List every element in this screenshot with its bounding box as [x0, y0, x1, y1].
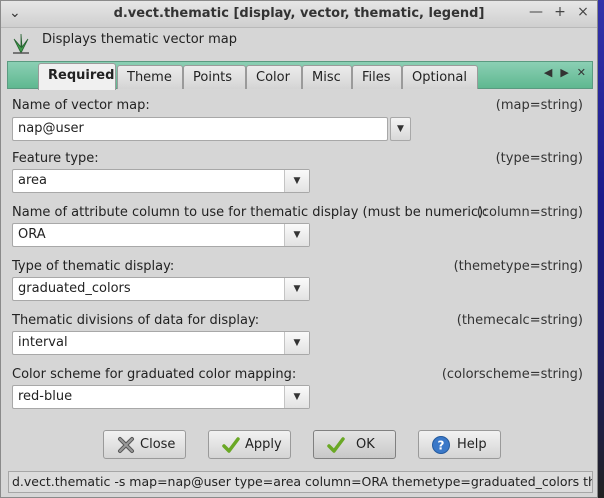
map-input-value: nap@user — [18, 121, 84, 136]
ok-button[interactable]: OK — [313, 430, 396, 459]
module-header: Displays thematic vector map — [9, 31, 589, 57]
themetype-select[interactable]: graduated_colors ▼ — [12, 277, 310, 301]
themetype-hint: (themetype=string) — [453, 259, 583, 274]
titlebar[interactable]: ⌄ d.vect.thematic [display, vector, them… — [1, 1, 597, 28]
map-label: Name of vector map: — [12, 98, 150, 113]
module-description: Displays thematic vector map — [42, 32, 238, 47]
themetype-label: Type of thematic display: — [12, 259, 175, 274]
minimize-button[interactable]: — — [528, 4, 544, 20]
window-title: d.vect.thematic [display, vector, themat… — [113, 6, 485, 21]
apply-button-label: Apply — [245, 437, 282, 452]
type-select-value: area — [18, 173, 47, 188]
chevron-down-icon: ▼ — [397, 124, 404, 134]
themecalc-select-value: interval — [18, 335, 68, 350]
type-label: Feature type: — [12, 151, 99, 166]
dialog-window: ⌄ d.vect.thematic [display, vector, them… — [0, 0, 598, 498]
close-window-button[interactable]: × — [575, 4, 591, 20]
close-icon — [118, 437, 134, 453]
ok-button-label: OK — [356, 437, 375, 452]
help-button[interactable]: ? Help — [418, 430, 501, 459]
colorscheme-hint: (colorscheme=string) — [441, 367, 583, 382]
themecalc-hint: (themecalc=string) — [456, 313, 583, 328]
checkmark-icon — [222, 437, 240, 453]
tab-list-icon[interactable]: ✕ — [577, 66, 586, 79]
grass-logo-icon — [13, 33, 29, 54]
themetype-select-value: graduated_colors — [18, 281, 131, 296]
help-button-label: Help — [457, 437, 487, 452]
colorscheme-select[interactable]: red-blue ▼ — [12, 385, 310, 409]
themecalc-select[interactable]: interval ▼ — [12, 331, 310, 355]
tab-theme[interactable]: Theme — [117, 65, 183, 89]
chevron-down-icon[interactable]: ▼ — [284, 170, 309, 192]
tab-strip: Required Theme Points Color Misc Files O… — [7, 61, 593, 90]
column-select[interactable]: ORA ▼ — [12, 223, 310, 247]
chevron-down-icon[interactable]: ▼ — [284, 332, 309, 354]
checkmark-icon — [327, 437, 345, 453]
command-preview: d.vect.thematic -s map=nap@user type=are… — [12, 474, 593, 489]
tab-scroll-controls: ◀ ▶ ✕ — [536, 66, 586, 79]
colorscheme-select-value: red-blue — [18, 389, 73, 404]
command-statusbar: d.vect.thematic -s map=nap@user type=are… — [8, 471, 593, 493]
tab-required[interactable]: Required — [38, 63, 116, 90]
themecalc-label: Thematic divisions of data for display: — [12, 313, 260, 328]
close-button-label: Close — [140, 437, 176, 452]
chevron-down-icon[interactable]: ▼ — [284, 386, 309, 408]
svg-text:?: ? — [438, 439, 445, 453]
help-icon: ? — [432, 436, 450, 454]
type-hint: (type=string) — [495, 151, 583, 166]
tab-points[interactable]: Points — [183, 65, 246, 89]
column-label: Name of attribute column to use for them… — [12, 205, 488, 220]
tab-scroll-left-icon[interactable]: ◀ — [544, 66, 552, 79]
colorscheme-label: Color scheme for graduated color mapping… — [12, 367, 297, 382]
maximize-button[interactable]: + — [552, 4, 568, 20]
tab-files[interactable]: Files — [352, 65, 402, 89]
map-hint: (map=string) — [495, 98, 583, 113]
map-dropdown-button[interactable]: ▼ — [390, 117, 411, 141]
close-button[interactable]: Close — [103, 430, 186, 459]
tab-scroll-right-icon[interactable]: ▶ — [560, 66, 568, 79]
tab-misc[interactable]: Misc — [302, 65, 352, 89]
chevron-down-icon[interactable]: ▼ — [284, 224, 309, 246]
apply-button[interactable]: Apply — [208, 430, 291, 459]
tab-color[interactable]: Color — [246, 65, 302, 89]
chevron-down-icon[interactable]: ▼ — [284, 278, 309, 300]
column-hint: (column=string) — [476, 205, 583, 220]
type-select[interactable]: area ▼ — [12, 169, 310, 193]
tab-optional[interactable]: Optional — [402, 65, 478, 89]
map-input[interactable]: nap@user — [12, 117, 388, 141]
column-select-value: ORA — [18, 227, 46, 242]
